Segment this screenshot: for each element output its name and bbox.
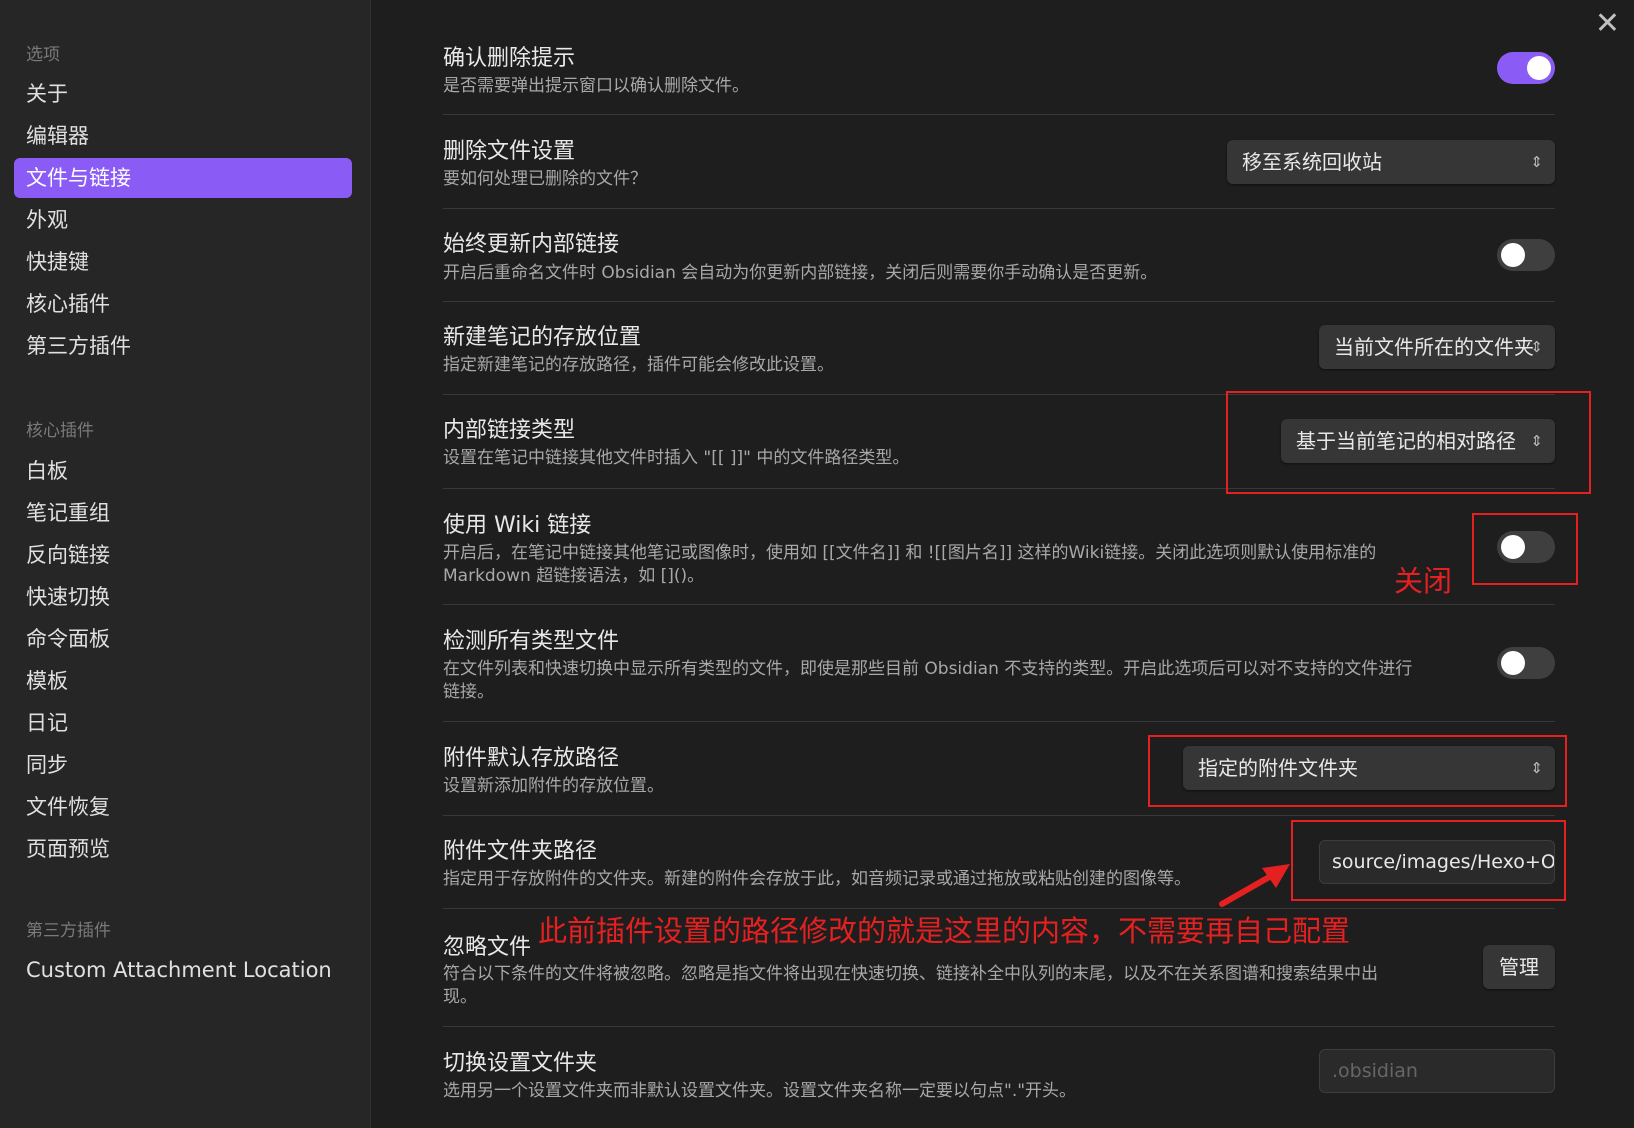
- sidebar-item-canvas[interactable]: 白板: [14, 451, 352, 491]
- sidebar-item-files-links[interactable]: 文件与链接: [14, 158, 352, 198]
- setting-desc: 链接。: [443, 682, 494, 702]
- setting-wiki-links: 使用 Wiki 链接 开启后，在笔记中链接其他笔记或图像时，使用如 [[文件名]…: [443, 489, 1555, 605]
- detect-all-files-toggle[interactable]: [1497, 647, 1555, 679]
- setting-desc: 是否需要弹出提示窗口以确认删除文件。: [443, 76, 749, 96]
- sidebar-item-editor[interactable]: 编辑器: [14, 116, 352, 156]
- sidebar-item-file-recovery[interactable]: 文件恢复: [14, 787, 352, 827]
- setting-update-links: 始终更新内部链接 开启后重命名文件时 Obsidian 会自动为你更新内部链接，…: [443, 209, 1555, 302]
- sidebar-item-community-plugins[interactable]: 第三方插件: [14, 326, 352, 366]
- setting-desc: 符合以下条件的文件将被忽略。忽略是指文件将出现在快速切换、链接补全中队列的末尾，…: [443, 964, 1378, 984]
- sidebar-item-about[interactable]: 关于: [14, 74, 352, 114]
- sidebar-section-options: 选项: [26, 45, 60, 65]
- chevron-up-down-icon: ⇕: [1530, 153, 1543, 171]
- close-icon[interactable]: ✕: [1595, 6, 1620, 41]
- highlight-box-link-format: [1226, 391, 1591, 494]
- annotation-off-label: 关闭: [1394, 564, 1453, 598]
- setting-desc: 在文件列表和快速切换中显示所有类型的文件，即使是那些目前 Obsidian 不支…: [443, 659, 1413, 679]
- config-folder-input[interactable]: .obsidian: [1319, 1049, 1555, 1093]
- setting-desc: Markdown 超链接语法，如 []()。: [443, 566, 705, 586]
- setting-name: 附件默认存放路径: [443, 746, 620, 771]
- setting-desc: 设置在笔记中链接其他文件时插入 "[[ ]]" 中的文件路径类型。: [443, 448, 910, 468]
- setting-name: 确认删除提示: [443, 46, 576, 71]
- setting-config-folder: 切换设置文件夹 选用另一个设置文件夹而非默认设置文件夹。设置文件夹名称一定要以句…: [443, 1027, 1555, 1128]
- manage-ignore-button[interactable]: 管理: [1483, 945, 1555, 989]
- setting-name: 新建笔记的存放位置: [443, 325, 642, 350]
- sidebar-item-core-plugins[interactable]: 核心插件: [14, 284, 352, 324]
- sidebar-item-hotkeys[interactable]: 快捷键: [14, 242, 352, 282]
- setting-name: 切换设置文件夹: [443, 1051, 598, 1076]
- setting-name: 始终更新内部链接: [443, 232, 620, 257]
- sidebar-section-community: 第三方插件: [26, 921, 111, 941]
- setting-new-note-location: 新建笔记的存放位置 指定新建笔记的存放路径，插件可能会修改此设置。 当前文件所在…: [443, 302, 1555, 395]
- setting-name: 检测所有类型文件: [443, 629, 620, 654]
- chevron-up-down-icon: ⇕: [1530, 338, 1543, 356]
- sidebar-item-daily-notes[interactable]: 日记: [14, 703, 352, 743]
- highlight-box-attachment-location: [1148, 735, 1567, 807]
- setting-desc: 选用另一个设置文件夹而非默认设置文件夹。设置文件夹名称一定要以句点"."开头。: [443, 1081, 1077, 1101]
- sidebar-item-command-palette[interactable]: 命令面板: [14, 619, 352, 659]
- setting-desc: 设置新添加附件的存放位置。: [443, 776, 664, 796]
- sidebar-item-note-composer[interactable]: 笔记重组: [14, 493, 352, 533]
- setting-name: 使用 Wiki 链接: [443, 513, 592, 538]
- confirm-delete-toggle[interactable]: [1497, 52, 1555, 84]
- setting-name: 附件文件夹路径: [443, 839, 598, 864]
- annotation-arrow-icon: [1219, 864, 1290, 907]
- settings-sidebar: 选项 关于 编辑器 文件与链接 外观 快捷键 核心插件 第三方插件 核心插件 白…: [0, 0, 371, 1128]
- sidebar-item-templates[interactable]: 模板: [14, 661, 352, 701]
- setting-name: 内部链接类型: [443, 418, 576, 443]
- update-links-toggle[interactable]: [1497, 239, 1555, 271]
- setting-name: 删除文件设置: [443, 139, 576, 164]
- sidebar-item-page-preview[interactable]: 页面预览: [14, 829, 352, 869]
- setting-desc: 指定新建笔记的存放路径，插件可能会修改此设置。: [443, 355, 834, 375]
- setting-desc: 开启后，在笔记中链接其他笔记或图像时，使用如 [[文件名]] 和 ![[图片名]…: [443, 543, 1377, 563]
- highlight-box-wiki-toggle: [1472, 513, 1578, 585]
- setting-desc: 开启后重命名文件时 Obsidian 会自动为你更新内部链接，关闭后则需要你手动…: [443, 263, 1158, 283]
- highlight-box-attachment-folder: [1291, 820, 1566, 901]
- sidebar-item-sync[interactable]: 同步: [14, 745, 352, 785]
- setting-desc: 指定用于存放附件的文件夹。新建的附件会存放于此，如音频记录或通过拖放或粘贴创建的…: [443, 869, 1191, 889]
- setting-desc: 现。: [443, 987, 477, 1007]
- setting-name: 忽略文件: [443, 935, 532, 960]
- annotation-note: 此前插件设置的路径修改的就是这里的内容，不需要再自己配置: [538, 914, 1351, 948]
- sidebar-item-appearance[interactable]: 外观: [14, 200, 352, 240]
- sidebar-item-quick-switcher[interactable]: 快速切换: [14, 577, 352, 617]
- setting-detect-all-files: 检测所有类型文件 在文件列表和快速切换中显示所有类型的文件，即使是那些目前 Ob…: [443, 605, 1555, 722]
- sidebar-item-backlinks[interactable]: 反向链接: [14, 535, 352, 575]
- deleted-files-select[interactable]: 移至系统回收站 ⇕: [1227, 140, 1555, 184]
- setting-desc: 要如何处理已删除的文件？: [443, 169, 647, 189]
- sidebar-item-custom-attachment-location[interactable]: Custom Attachment Location: [14, 950, 352, 990]
- setting-deleted-files: 删除文件设置 要如何处理已删除的文件？ 移至系统回收站 ⇕: [443, 115, 1555, 209]
- settings-content: ✕ 确认删除提示 是否需要弹出提示窗口以确认删除文件。 删除文件设置 要如何处理…: [371, 0, 1634, 1128]
- setting-confirm-delete: 确认删除提示 是否需要弹出提示窗口以确认删除文件。: [443, 30, 1555, 115]
- new-note-location-select[interactable]: 当前文件所在的文件夹 ⇕: [1319, 325, 1555, 369]
- sidebar-section-core: 核心插件: [26, 421, 94, 441]
